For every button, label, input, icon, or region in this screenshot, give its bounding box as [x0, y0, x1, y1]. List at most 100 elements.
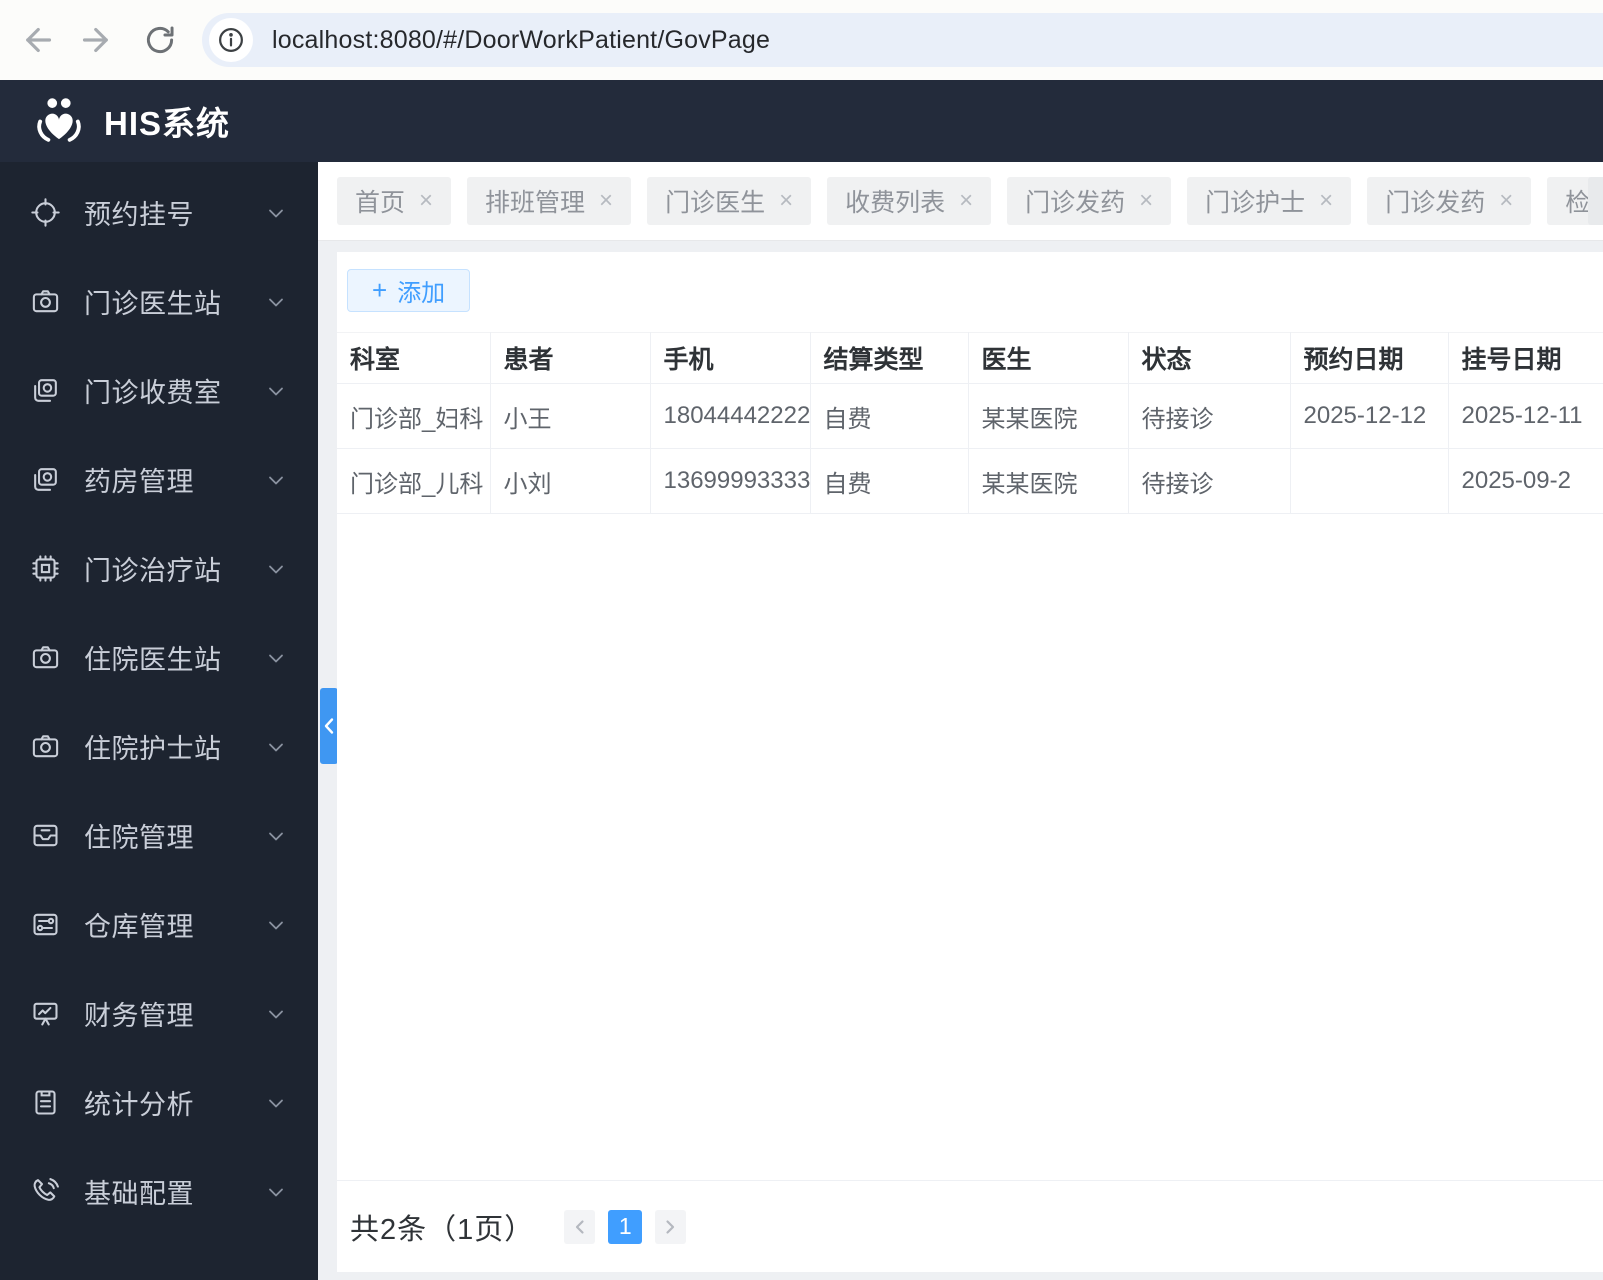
cell-department: 门诊部_妇科 [337, 383, 491, 449]
sidebar-item-label: 住院医生站 [84, 645, 222, 675]
sidebar-item-finance[interactable]: 财务管理 [0, 969, 318, 1058]
close-icon[interactable]: × [959, 189, 973, 213]
site-info-icon[interactable] [209, 18, 253, 62]
tab-dispense-1[interactable]: 门诊发药 × [1007, 177, 1172, 225]
chevron-right-icon [666, 1219, 675, 1234]
camera-icon [32, 735, 59, 758]
chevron-down-icon [269, 832, 283, 840]
sidebar-item-label: 仓库管理 [84, 912, 194, 942]
close-icon[interactable]: × [419, 189, 433, 213]
sidebar-item-inpatient-nurse[interactable]: 住院护士站 [0, 702, 318, 791]
plus-icon: + [372, 275, 388, 305]
close-icon[interactable]: × [1139, 189, 1153, 213]
browser-forward-button[interactable] [76, 18, 120, 62]
tab-billing-list[interactable]: 收费列表 × [827, 177, 992, 225]
info-icon [219, 28, 243, 52]
sidebar-item-label: 药房管理 [84, 467, 194, 497]
close-icon[interactable]: × [599, 189, 613, 213]
tab-dispense-2[interactable]: 门诊发药 × [1367, 177, 1532, 225]
close-icon[interactable]: × [779, 189, 793, 213]
tab-home[interactable]: 首页 × [337, 177, 452, 225]
cell-registration-date: 2025-09-2 [1448, 448, 1603, 514]
sidebar-item-warehouse[interactable]: 仓库管理 [0, 880, 318, 969]
tab-label: 收费列表 [845, 189, 946, 217]
cell-appointment-date [1290, 448, 1449, 514]
col-registration-date: 挂号日期 [1448, 332, 1603, 384]
sidebar-item-statistics[interactable]: 统计分析 [0, 1058, 318, 1147]
close-icon[interactable]: × [1319, 189, 1333, 213]
chevron-down-icon [269, 1099, 283, 1107]
frames-icon [34, 468, 57, 491]
sidebar-item-inpatient-mgmt[interactable]: 住院管理 [0, 791, 318, 880]
chevron-down-icon [269, 1188, 283, 1196]
sidebar-item-appointment[interactable]: 预约挂号 [0, 168, 318, 257]
sidebar-item-label: 统计分析 [84, 1090, 194, 1120]
url-text: localhost:8080/#/DoorWorkPatient/GovPage [272, 25, 771, 54]
frames-icon [34, 379, 57, 402]
pagination: 共2条（1页） 1 [337, 1180, 1603, 1272]
tab-outpatient-doctor[interactable]: 门诊医生 × [647, 177, 812, 225]
chevron-down-icon [269, 654, 283, 662]
add-button[interactable]: + 添加 [347, 269, 471, 312]
sidebar-item-label: 住院管理 [84, 823, 194, 853]
close-icon[interactable]: × [1499, 189, 1513, 213]
cell-settlement-type: 自费 [810, 383, 969, 449]
chevron-down-icon [269, 476, 283, 484]
tab-label: 门诊发药 [1025, 189, 1126, 217]
table-row: 门诊部_儿科 小刘 13699993333 自费 某某医院 待接诊 2025-0… [337, 448, 1603, 514]
clipboard-icon [35, 1090, 56, 1115]
sidebar-item-pharmacy[interactable]: 药房管理 [0, 435, 318, 524]
chart-board-icon [33, 1002, 58, 1026]
chevron-down-icon [269, 921, 283, 929]
sidebar-item-inpatient-doctor[interactable]: 住院医生站 [0, 613, 318, 702]
sidebar-item-label: 预约挂号 [84, 200, 194, 230]
pagination-total: 共2条（1页） [350, 1213, 535, 1246]
chevron-down-icon [269, 1010, 283, 1018]
pagination-next-button[interactable] [655, 1209, 687, 1244]
address-bar[interactable]: localhost:8080/#/DoorWorkPatient/GovPage [202, 13, 1603, 67]
tab-partial[interactable] [1588, 177, 1603, 225]
table-header-row: 科室 患者 手机 结算类型 医生 状态 预约日期 挂号日期 [337, 332, 1603, 384]
pagination-page-1[interactable]: 1 [608, 1209, 643, 1244]
sidebar-item-outpatient-treatment[interactable]: 门诊治疗站 [0, 524, 318, 613]
app-header: HIS系统 [0, 80, 1603, 162]
cell-patient: 小王 [490, 383, 651, 449]
cell-department: 门诊部_儿科 [337, 448, 491, 514]
forward-arrow-icon [82, 27, 108, 53]
cell-registration-date: 2025-12-11 [1448, 383, 1603, 449]
sidebar-collapse-handle[interactable] [320, 688, 338, 764]
sidebar-item-label: 门诊治疗站 [84, 556, 222, 586]
tab-label: 门诊发药 [1385, 189, 1486, 217]
chevron-down-icon [269, 209, 283, 217]
sidebar-item-outpatient-billing[interactable]: 门诊收费室 [0, 346, 318, 435]
sidebar-item-outpatient-doctor[interactable]: 门诊医生站 [0, 257, 318, 346]
browser-back-button[interactable] [14, 18, 58, 62]
phone-icon [33, 1178, 59, 1201]
cell-appointment-date: 2025-12-12 [1290, 383, 1449, 449]
tab-bar: 首页 × 排班管理 × 门诊医生 × 收费列表 × 门诊发药 × 门诊护士 × 门诊发药 × … [318, 162, 1603, 240]
cell-settlement-type: 自费 [810, 448, 969, 514]
col-department: 科室 [337, 332, 491, 384]
cell-phone: 13699993333 [650, 448, 811, 514]
tab-outpatient-nurse[interactable]: 门诊护士 × [1187, 177, 1352, 225]
browser-chrome: localhost:8080/#/DoorWorkPatient/GovPage [0, 0, 1603, 80]
cell-status: 待接诊 [1128, 448, 1291, 514]
chevron-left-icon [576, 1219, 584, 1234]
camera-icon [32, 646, 59, 669]
col-settlement-type: 结算类型 [810, 332, 969, 384]
camera-icon [32, 290, 59, 313]
chevron-down-icon [269, 298, 283, 306]
tab-label: 排班管理 [485, 189, 586, 217]
browser-reload-button[interactable] [138, 18, 182, 62]
his-logo-icon [37, 98, 81, 142]
chevron-down-icon [269, 387, 283, 395]
cell-phone: 18044442222 [650, 383, 811, 449]
col-patient: 患者 [490, 332, 651, 384]
col-phone: 手机 [650, 332, 811, 384]
pagination-prev-button[interactable] [564, 1209, 596, 1244]
sidebar-item-base-config[interactable]: 基础配置 [0, 1147, 318, 1236]
aim-icon [31, 198, 60, 227]
tab-schedule-mgmt[interactable]: 排班管理 × [467, 177, 632, 225]
cell-doctor: 某某医院 [968, 383, 1129, 449]
chevron-left-icon [324, 718, 334, 734]
